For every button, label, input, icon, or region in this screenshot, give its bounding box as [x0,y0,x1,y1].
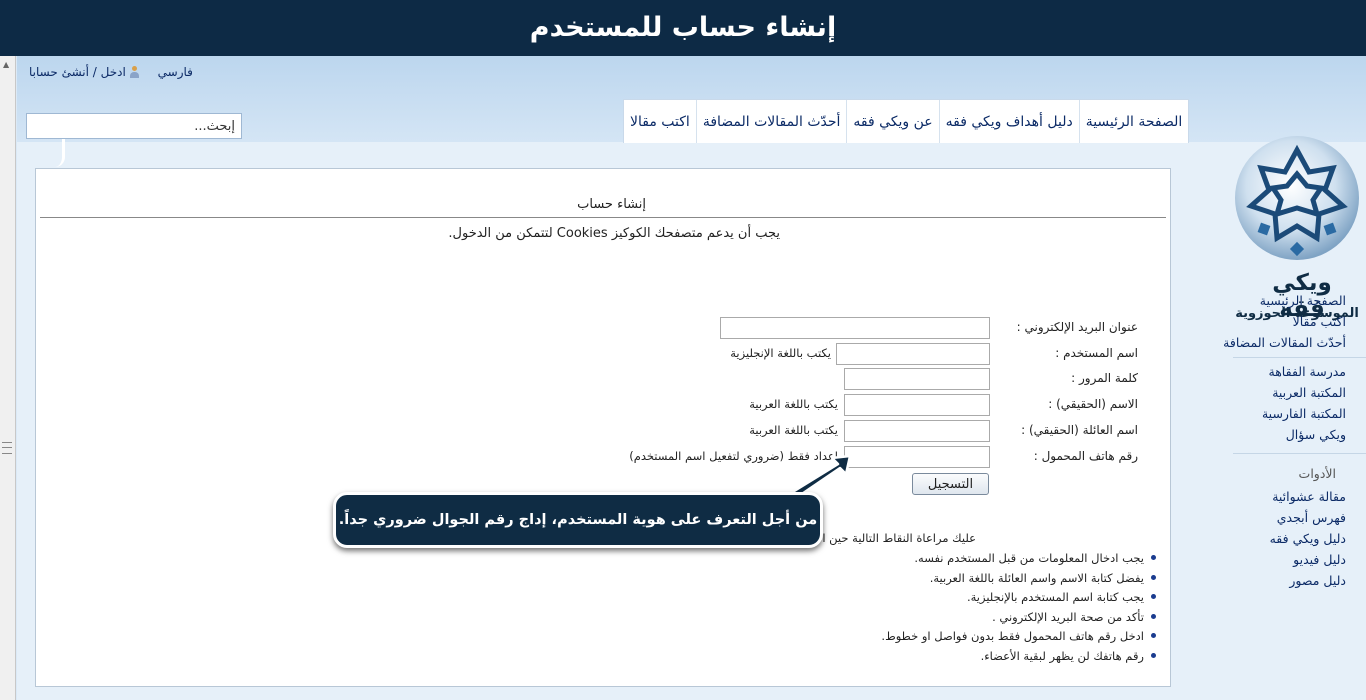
mobile-label: رقم هاتف المحمول : [1033,449,1138,463]
personal-links: فارسي ادخل / أنشئ حسابا [29,65,193,79]
form-row-first-name: الاسم (الحقيقي) : يكتب باللغة العربية [36,394,1138,416]
first-name-hint: يكتب باللغة العربية [749,397,838,411]
password-label: كلمة المرور : [1071,371,1138,385]
header-banner: إنشاء حساب للمستخدم [0,0,1366,56]
login-link[interactable]: ادخل / أنشئ حسابا [29,65,126,79]
form-row-mobile: رقم هاتف المحمول : اعداد فقط (ضروري لتفع… [36,446,1138,468]
bullet-icon [1151,633,1156,638]
family-name-field[interactable] [844,420,990,442]
bullet-icon [1151,652,1156,658]
search-bubble-tail [55,139,65,167]
form-title: إنشاء حساب [577,197,646,212]
list-item: تأكد من صحة البريد الإلكتروني . [881,608,1156,628]
first-name-label: الاسم (الحقيقي) : [1048,397,1138,411]
sidebar-item-feqahat-school[interactable]: مدرسة الفقاهة [1262,361,1346,382]
sidebar-item-arabic-library[interactable]: المكتبة العربية [1262,382,1346,403]
sidebar-item-main-page[interactable]: الصفحة الرئيسية [1223,290,1346,311]
language-link[interactable]: فارسي [158,65,193,79]
bullet-icon [1151,574,1156,580]
sidebar-divider [1233,453,1366,454]
email-field[interactable] [720,317,990,339]
banner-title: إنشاء حساب للمستخدم [529,12,837,43]
family-name-hint: يكتب باللغة العربية [749,423,838,437]
form-row-email: عنوان البريد الإلكتروني : [36,317,1138,339]
family-name-label: اسم العائلة (الحقيقي) : [1021,423,1138,437]
sidebar-item-write-article[interactable]: اكتب مقالا [1223,311,1346,332]
sidebar-item-recent-articles[interactable]: أحدّث المقالات المضافة [1223,332,1346,353]
search-input[interactable] [26,113,242,139]
bullet-icon [1151,613,1156,619]
bullet-icon [1151,555,1156,560]
bullet-icon [1151,594,1156,599]
first-name-field[interactable] [844,394,990,416]
tab-about[interactable]: عن ويكي فقه [846,100,938,143]
list-item: يجب ادخال المعلومات من قبل المستخدم نفسه… [881,549,1156,569]
sidebar-tools: مقالة عشوائية فهرس أبجدي دليل ويكي فقه د… [1270,486,1346,591]
sidebar-item-wikifeqh-guide[interactable]: دليل ويكي فقه [1270,528,1346,549]
sidebar-item-video-guide[interactable]: دليل فيديو [1270,549,1346,570]
notes-list: يجب ادخال المعلومات من قبل المستخدم نفسه… [881,549,1156,666]
sidebar-item-illustrated-guide[interactable]: دليل مصور [1270,570,1346,591]
username-field[interactable] [836,343,990,365]
list-item: رقم هاتفك لن يظهر لبقية الأعضاء. [881,647,1156,667]
tab-recent-articles[interactable]: أحدّث المقالات المضافة [695,100,847,143]
sidebar-divider [1233,357,1366,358]
tab-main-page[interactable]: الصفحة الرئيسية [1078,100,1189,143]
user-icon [129,66,140,78]
register-button[interactable]: التسجيل [912,473,989,495]
email-label: عنوان البريد الإلكتروني : [1016,320,1138,334]
cookie-note: يجب أن يدعم متصفحك الكوكيز Cookies لتتمك… [448,226,780,241]
scroll-grip-icon[interactable] [2,442,12,454]
sidebar-tools-heading: الأدوات [1298,466,1336,481]
sidebar-item-wiki-question[interactable]: ويكي سؤال [1262,424,1346,445]
callout-note: من أجل التعرف على هوية المستخدم، إداج رق… [333,492,823,548]
sidebar-item-random-article[interactable]: مقالة عشوائية [1270,486,1346,507]
content-panel: إنشاء حساب يجب أن يدعم متصفحك الكوكيز Co… [35,168,1171,687]
sidebar-item-persian-library[interactable]: المكتبة الفارسية [1262,403,1346,424]
username-label: اسم المستخدم : [1055,346,1138,360]
sidebar-nav-links: مدرسة الفقاهة المكتبة العربية المكتبة ال… [1262,361,1346,445]
username-hint: يكتب باللغة الإنجليزية [730,346,831,360]
list-item: ادخل رقم هاتف المحمول فقط بدون فواصل او … [881,627,1156,647]
sidebar-item-alphabetical-index[interactable]: فهرس أبجدي [1270,507,1346,528]
list-item: يجب كتابة اسم المستخدم بالإنجليزية. [881,588,1156,608]
sidebar-nav-main: الصفحة الرئيسية اكتب مقالا أحدّث المقالا… [1223,290,1346,353]
form-row-family-name: اسم العائلة (الحقيقي) : يكتب باللغة العر… [36,420,1138,442]
form-row-username: اسم المستخدم : يكتب باللغة الإنجليزية [36,343,1138,365]
title-divider [40,217,1166,218]
password-field[interactable] [844,368,990,390]
form-row-password: كلمة المرور : [36,368,1138,390]
page: فارسي ادخل / أنشئ حسابا الصفحة الرئيسية … [17,56,1366,700]
list-item: يفضل كتابة الاسم واسم العائلة باللغة الع… [881,569,1156,589]
tab-bar: الصفحة الرئيسية دليل أهداف ويكي فقه عن و… [623,99,1190,143]
tab-goals-guide[interactable]: دليل أهداف ويكي فقه [938,100,1079,143]
wikifeqh-logo-icon [1235,136,1359,260]
window-scrollbar[interactable]: ▲ [0,56,16,700]
scroll-up-arrow-icon[interactable]: ▲ [3,60,9,69]
tab-write-article[interactable]: اكتب مقالا [624,100,696,143]
